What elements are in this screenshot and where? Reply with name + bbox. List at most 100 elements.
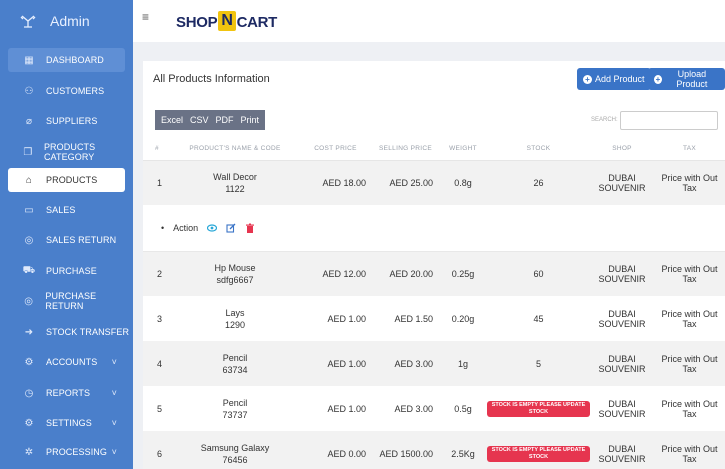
sidebar-item-stock-transfer[interactable]: ➜ STOCK TRANSFER [0, 320, 133, 344]
stock: STOCK IS EMPTY PLEASE UPDATE STOCK [487, 431, 590, 469]
search-label: SEARCH: [591, 117, 618, 123]
product-code: 1290 [224, 319, 246, 330]
sidebar-item-label: SETTINGS [46, 418, 92, 428]
plus-circle-icon: + [654, 74, 662, 84]
sidebar-item-dashboard[interactable]: ▦ DASHBOARD [8, 48, 125, 72]
copy-icon: ❐ [23, 146, 33, 158]
column-header[interactable]: TAX [654, 138, 725, 161]
row-number: 6 [143, 431, 171, 469]
cogs-icon: ✲ [24, 446, 34, 458]
chevron-down-icon: ˅ [111, 447, 117, 457]
column-header[interactable]: PRODUCT'S NAME & CODE [171, 138, 299, 161]
users-icon: ⚇ [24, 85, 34, 97]
sidebar-title: Admin [50, 13, 90, 29]
sidebar-item-label: SUPPLIERS [46, 116, 98, 126]
sidebar-item-suppliers[interactable]: ⌀ SUPPLIERS [0, 109, 133, 133]
edit-icon[interactable] [226, 223, 236, 233]
chevron-down-icon: ˅ [111, 388, 117, 398]
stock: 5 [487, 341, 590, 386]
table-row[interactable]: 5 Pencil 73737 AED 1.00 AED 3.00 0.5g STO… [143, 386, 725, 431]
column-header[interactable]: STOCK [487, 138, 590, 161]
cost-price: AED 1.00 [327, 313, 366, 324]
selling-price: AED 20.00 [372, 251, 439, 296]
sidebar-item-label: PURCHASE RETURN [45, 291, 97, 311]
product-name: Pencil [222, 352, 248, 363]
products-card: All Products Information + Add Product +… [143, 61, 725, 469]
product-code: sdfg6667 [216, 274, 254, 285]
page-title: All Products Information [153, 73, 270, 85]
sidebar-item-sales-return[interactable]: ◎ SALES RETURN [0, 228, 133, 252]
sidebar-item-label: CUSTOMERS [46, 86, 105, 96]
product-code: 76456 [222, 454, 248, 465]
delete-trash-icon[interactable] [245, 223, 255, 233]
upload-product-button[interactable]: + Upload Product [648, 68, 725, 90]
sidebar-item-sales[interactable]: ▭ SALES [0, 198, 133, 222]
tax: Price with Out Tax [661, 308, 718, 329]
sidebar-item-accounts[interactable]: ⚙ ACCOUNTS ˅ [0, 350, 133, 374]
column-header[interactable]: SELLING PRICE [372, 138, 439, 161]
table-row[interactable]: 4 Pencil 63734 AED 1.00 AED 3.00 1g 5 DUB… [143, 341, 725, 386]
sidebar-item-purchase-return[interactable]: ◎ PURCHASE RETURN [0, 289, 133, 313]
stock: 45 [533, 313, 544, 324]
table-row[interactable]: 6 Samsung Galaxy 76456 AED 0.00 AED 1500.… [143, 431, 725, 469]
sidebar-item-customers[interactable]: ⚇ CUSTOMERS [0, 79, 133, 103]
column-header[interactable]: WEIGHT [439, 138, 487, 161]
view-eye-icon[interactable] [207, 223, 218, 233]
product-name: Hp Mouse [214, 262, 256, 273]
column-header[interactable]: COST PRICE [299, 138, 372, 161]
tax: Price with Out Tax [654, 160, 725, 205]
action-group: • Action [161, 223, 725, 233]
hamburger-menu-icon[interactable]: ≡ [142, 10, 149, 24]
sidebar-item-label: PROCESSING [46, 447, 108, 457]
sidebar: Admin ▦ DASHBOARD ⚇ CUSTOMERS ⌀ SUPPLIERS ❐… [0, 0, 133, 469]
selling-price: AED 1.50 [394, 313, 433, 324]
gear-icon: ⚙ [24, 417, 34, 429]
brand-logo[interactable]: SHOP N CART [176, 11, 277, 31]
sidebar-item-reports[interactable]: ◷ REPORTS ˅ [0, 381, 133, 405]
return-icon: ◎ [24, 295, 34, 307]
excel-button[interactable]: Excel [161, 115, 183, 125]
shop: DUBAI SOUVENIR [598, 398, 646, 419]
main-content: All Products Information + Add Product +… [133, 42, 725, 469]
column-header[interactable]: # [143, 138, 171, 161]
product-name-code: Pencil 73737 [171, 386, 299, 431]
shop: DUBAI SOUVENIR [590, 160, 654, 205]
weight: 0.25g [439, 251, 487, 296]
sidebar-item-label: SALES [46, 205, 76, 215]
table-row[interactable]: 3 Lays 1290 AED 1.00 AED 1.50 0.20g 45 DU… [143, 296, 725, 341]
add-product-button[interactable]: + Add Product [577, 68, 651, 90]
table-row[interactable]: 1 Wall Decor 1122 AED 18.00 AED 25.00 0.8… [143, 160, 725, 205]
products-table: # PRODUCT'S NAME & CODE COST PRICE SELLI… [143, 138, 725, 469]
sidebar-item-processing[interactable]: ✲ PROCESSING ˅ [0, 440, 133, 464]
search-input[interactable] [620, 111, 718, 130]
row-actions-cell: • Action [143, 205, 725, 252]
grid-icon: ▦ [24, 54, 34, 66]
stock-empty-badge: STOCK IS EMPTY PLEASE UPDATE STOCK [487, 400, 590, 417]
selling-price: AED 25.00 [372, 160, 439, 205]
sidebar-item-products-category[interactable]: ❐ PRODUCTS CATEGORY [0, 140, 133, 164]
bag-icon: ⌂ [25, 174, 33, 186]
chevron-down-icon: ˅ [111, 418, 117, 428]
sidebar-item-purchase[interactable]: ⛟ PURCHASE [0, 259, 133, 283]
sidebar-item-products[interactable]: ⌂ PRODUCTS [8, 168, 125, 192]
brand-text-right: CART [236, 14, 278, 31]
stock: 26 [487, 160, 590, 205]
sidebar-item-label: SALES RETURN [46, 235, 117, 245]
sidebar-item-settings[interactable]: ⚙ SETTINGS ˅ [0, 411, 133, 435]
product-code: 73737 [222, 409, 248, 420]
tax: Price with Out Tax [661, 398, 718, 419]
column-header[interactable]: SHOP [590, 138, 654, 161]
selling-price: AED 1500.00 [372, 431, 439, 469]
row-number: 5 [157, 403, 163, 414]
print-button[interactable]: Print [241, 115, 260, 125]
bullet-icon: • [161, 222, 165, 233]
brand-text-left: SHOP [176, 14, 218, 31]
csv-button[interactable]: CSV [190, 115, 209, 125]
weight: 2.5Kg [439, 431, 487, 469]
product-code: 1122 [225, 183, 245, 194]
table-row[interactable]: 2 Hp Mouse sdfg6667 AED 12.00 AED 20.00 0… [143, 251, 725, 296]
weight: 1g [439, 341, 487, 386]
pdf-button[interactable]: PDF [216, 115, 234, 125]
sidebar-header: Admin [0, 0, 133, 42]
product-name-code: Lays 1290 [171, 296, 299, 341]
